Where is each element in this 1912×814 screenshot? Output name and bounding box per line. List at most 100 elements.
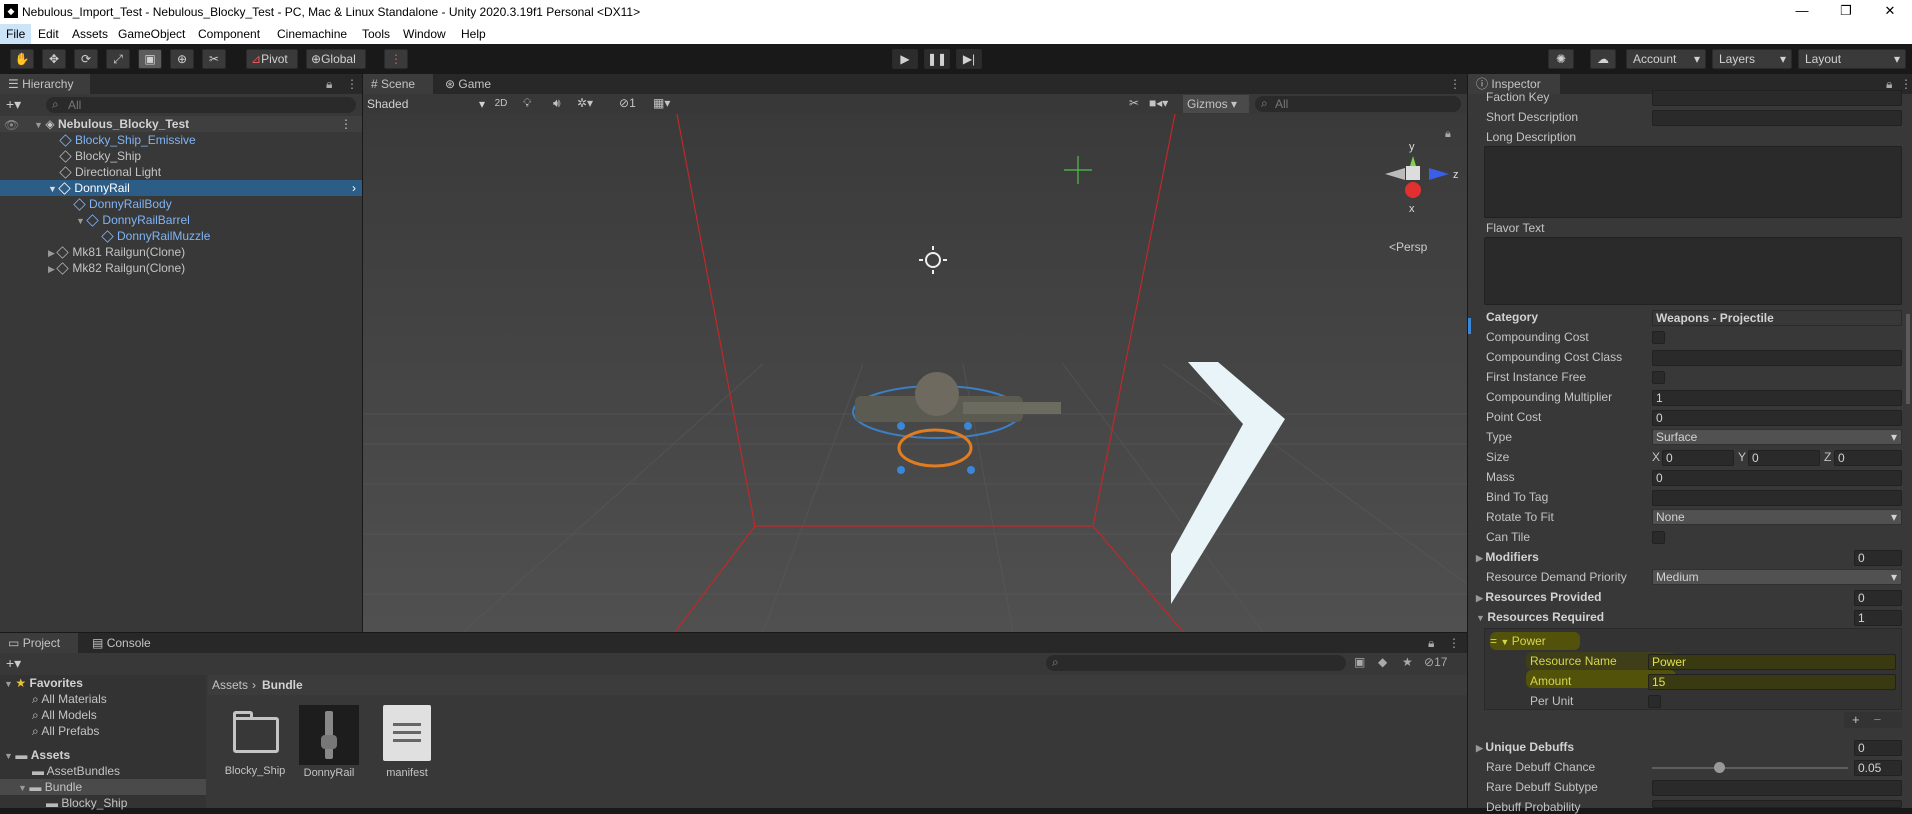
pause-button-icon[interactable]: ❚❚ bbox=[924, 49, 950, 69]
list-item[interactable]: Blocky_Ship_Emissive bbox=[59, 132, 196, 148]
mass-field[interactable]: 0 bbox=[1652, 470, 1902, 486]
flavor-text-field[interactable] bbox=[1484, 237, 1902, 305]
menu-component[interactable]: Component bbox=[198, 27, 260, 41]
compounding-multiplier-field[interactable]: 1 bbox=[1652, 390, 1902, 406]
faction-key-field[interactable] bbox=[1652, 90, 1902, 106]
debuff-probability-curve[interactable] bbox=[1652, 800, 1902, 808]
tab-game[interactable]: ⊛ Game bbox=[437, 74, 507, 94]
custom-tool-icon[interactable]: ✂ bbox=[202, 49, 226, 69]
lock-icon[interactable]: 🔒︎ bbox=[1428, 636, 1434, 651]
asset-tile[interactable]: Blocky_Ship bbox=[224, 705, 286, 777]
resources-provided-foldout[interactable]: ▶ Resources Provided bbox=[1476, 590, 1636, 604]
type-dropdown[interactable]: Surface ▾ bbox=[1652, 429, 1902, 445]
add-icon[interactable]: +▾ bbox=[6, 96, 21, 113]
collab-icon[interactable]: ✺ bbox=[1548, 49, 1574, 69]
perspective-label[interactable]: <Persp bbox=[1389, 240, 1428, 254]
menu-help[interactable]: Help bbox=[461, 27, 486, 41]
list-item[interactable]: ▼ DonnyRailBarrel bbox=[76, 212, 190, 228]
layout-dropdown[interactable]: Layout ▾ bbox=[1798, 49, 1906, 69]
tab-project[interactable]: ▭ Project bbox=[0, 633, 78, 653]
menu-gameobject[interactable]: GameObject bbox=[118, 27, 185, 41]
list-item[interactable]: ⌕ All Prefabs bbox=[32, 723, 99, 739]
rare-debuff-chance-slider-thumb[interactable] bbox=[1714, 762, 1725, 773]
filter-label-icon[interactable]: ◆ bbox=[1378, 655, 1387, 669]
menu-edit[interactable]: Edit bbox=[38, 27, 59, 41]
grid-visibility-icon[interactable]: ▦▾ bbox=[653, 96, 670, 110]
list-item-selected[interactable]: ▼ DonnyRail › bbox=[0, 180, 362, 196]
list-item[interactable]: ⌕ All Models bbox=[32, 707, 97, 723]
grid-snap-icon[interactable]: ⋮ bbox=[384, 49, 408, 69]
rect-tool-icon[interactable]: ▣ bbox=[138, 49, 162, 69]
size-x-field[interactable]: 0 bbox=[1662, 450, 1734, 466]
unique-debuffs-foldout[interactable]: ▶ Unique Debuffs bbox=[1476, 740, 1636, 754]
amount-field[interactable]: 15 bbox=[1648, 674, 1896, 690]
transform-tool-icon[interactable]: ⊕ bbox=[170, 49, 194, 69]
list-item[interactable]: Directional Light bbox=[59, 164, 161, 180]
assets-row[interactable]: ▼ ▬ Assets bbox=[4, 747, 70, 763]
global-toggle[interactable]: ⊕Global bbox=[306, 49, 366, 69]
menu-file[interactable]: File bbox=[0, 24, 32, 44]
play-button-icon[interactable]: ▶ bbox=[892, 49, 918, 69]
visibility-icon[interactable]: 👁︎ bbox=[4, 118, 19, 132]
minimize-button[interactable]: — bbox=[1780, 0, 1824, 24]
resource-demand-priority-dropdown[interactable]: Medium ▾ bbox=[1652, 569, 1902, 585]
scrollbar-thumb[interactable] bbox=[1906, 314, 1910, 404]
resources-required-foldout[interactable]: ▼ Resources Required bbox=[1476, 610, 1636, 624]
effects-icon[interactable]: ✲▾ bbox=[577, 96, 593, 110]
camera-icon[interactable]: ■◂▾ bbox=[1149, 96, 1168, 110]
rotate-to-fit-dropdown[interactable]: None ▾ bbox=[1652, 509, 1902, 525]
tab-scene[interactable]: # Scene bbox=[363, 74, 433, 94]
compounding-cost-class-field[interactable] bbox=[1652, 350, 1902, 366]
account-dropdown[interactable]: Account ▾ bbox=[1626, 49, 1706, 69]
menu-window[interactable]: Window bbox=[403, 27, 446, 41]
size-y-field[interactable]: 0 bbox=[1748, 450, 1820, 466]
rotate-tool-icon[interactable]: ⟳ bbox=[74, 49, 98, 69]
hidden-objects-icon[interactable]: ⊘1 bbox=[619, 96, 636, 110]
gizmos-dropdown[interactable]: Gizmos ▾ bbox=[1183, 95, 1249, 113]
asset-tile[interactable]: manifest bbox=[376, 705, 438, 779]
list-item-selected[interactable]: ▼ ▬ Bundle bbox=[0, 779, 206, 795]
scale-tool-icon[interactable]: ⤢ bbox=[106, 49, 130, 69]
point-cost-field[interactable]: 0 bbox=[1652, 410, 1902, 426]
step-button-icon[interactable]: ▶| bbox=[956, 49, 982, 69]
resources-provided-count-field[interactable]: 0 bbox=[1854, 590, 1902, 606]
rare-debuff-chance-slider-track[interactable] bbox=[1652, 767, 1848, 769]
scene-viewport[interactable]: y z x <Persp 🔒︎ bbox=[363, 114, 1467, 632]
audio-icon[interactable]: 🔊︎ bbox=[553, 96, 561, 111]
category-field[interactable]: Weapons - Projectile bbox=[1652, 310, 1902, 326]
tools-icon[interactable]: ✂ bbox=[1129, 96, 1139, 110]
more-icon[interactable]: ⋮ bbox=[340, 116, 352, 132]
per-unit-checkbox[interactable] bbox=[1648, 695, 1661, 708]
close-button[interactable]: ✕ bbox=[1868, 0, 1912, 24]
filter-type-icon[interactable]: ▣ bbox=[1354, 655, 1365, 669]
lighting-icon[interactable]: 💡︎ bbox=[523, 96, 531, 111]
add-icon[interactable]: +▾ bbox=[6, 655, 21, 672]
project-search-input[interactable]: ⌕ bbox=[1046, 655, 1346, 671]
asset-tile[interactable]: DonnyRail bbox=[298, 705, 360, 779]
rare-debuff-subtype-field[interactable] bbox=[1652, 780, 1902, 796]
long-description-field[interactable] bbox=[1484, 146, 1902, 218]
list-item[interactable]: ▶ Mk82 Railgun(Clone) bbox=[48, 260, 185, 276]
breadcrumb-bundle[interactable]: Bundle bbox=[262, 678, 303, 692]
scene-root-row[interactable]: ▼ ◈ Nebulous_Blocky_Test ⋮ bbox=[0, 116, 362, 132]
compounding-cost-checkbox[interactable] bbox=[1652, 331, 1665, 344]
tab-console[interactable]: ▤ Console bbox=[84, 633, 164, 653]
more-icon[interactable]: ⋮ bbox=[1449, 77, 1461, 91]
pivot-toggle[interactable]: ⊿Pivot bbox=[246, 49, 298, 69]
resource-name-field[interactable]: Power bbox=[1648, 654, 1896, 670]
more-icon[interactable]: ⋮ bbox=[1900, 77, 1912, 91]
chevron-right-icon[interactable]: › bbox=[352, 180, 356, 196]
menu-tools[interactable]: Tools bbox=[362, 27, 390, 41]
cloud-icon[interactable]: ☁ bbox=[1590, 49, 1616, 69]
tab-hierarchy[interactable]: ☰ Hierarchy bbox=[0, 74, 90, 94]
resources-required-count-field[interactable]: 1 bbox=[1854, 610, 1902, 626]
power-element-foldout[interactable]: = ▼ Power bbox=[1490, 634, 1546, 648]
list-item[interactable]: ▬ Blocky_Ship bbox=[46, 795, 127, 811]
breadcrumb-assets[interactable]: Assets bbox=[212, 678, 248, 692]
move-tool-icon[interactable]: ✥ bbox=[42, 49, 66, 69]
list-item[interactable]: ⌕ All Materials bbox=[32, 691, 107, 707]
unique-debuffs-count-field[interactable]: 0 bbox=[1854, 740, 1902, 756]
favorite-star-icon[interactable]: ★ bbox=[1402, 655, 1413, 669]
hidden-packages-icon[interactable]: ⊘17 bbox=[1424, 655, 1447, 669]
layers-dropdown[interactable]: Layers ▾ bbox=[1712, 49, 1792, 69]
